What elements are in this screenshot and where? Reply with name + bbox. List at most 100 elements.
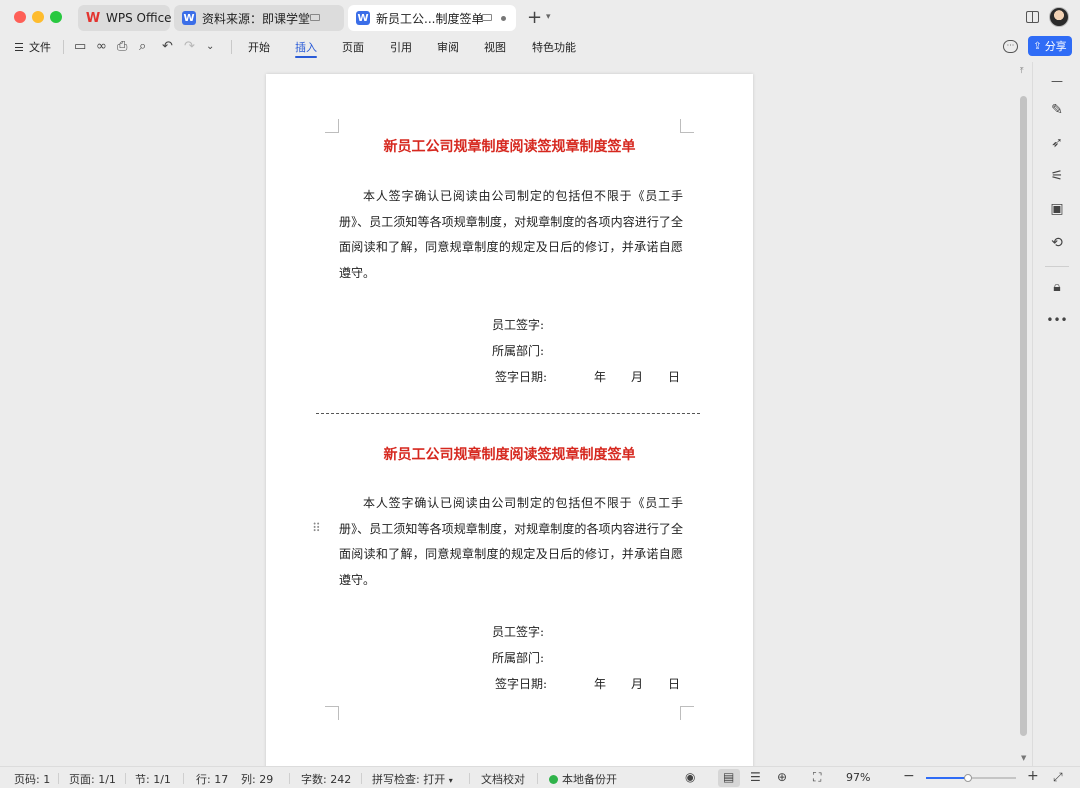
web-view-icon[interactable]: ⊕ (777, 770, 787, 784)
tab-resource-doc[interactable]: W 资料来源：即课学堂 (174, 5, 344, 31)
month-label[interactable]: 月 (631, 368, 643, 385)
select-cursor-icon[interactable]: ➶ (1033, 135, 1080, 151)
window-minimize-button[interactable] (32, 11, 44, 23)
doc-proofread-button[interactable]: 文档校对 (481, 771, 525, 787)
active-tab-indicator (295, 56, 317, 58)
status-bar: 页码: 1 页面: 1/1 节: 1/1 行: 17 列: 29 字数: 242… (0, 766, 1080, 788)
tab-label: 新员工公...制度签单 (376, 11, 484, 26)
tab-insert[interactable]: 插入 (295, 39, 317, 55)
status-pages[interactable]: 页面: 1/1 (69, 771, 116, 787)
document-canvas[interactable]: 新员工公司规章制度阅读签规章制度签单 本人签字确认已阅读由公司制定的包括但不限于… (0, 62, 1018, 766)
tab-special-features[interactable]: 特色功能 (532, 39, 576, 55)
menu-icon (15, 43, 23, 51)
sidebar-toggle-icon[interactable] (1026, 11, 1039, 23)
spell-check-toggle[interactable]: 拼写检查: 打开 ▾ (372, 771, 453, 787)
fullscreen-icon[interactable]: ⤢ (1053, 770, 1063, 785)
document-paragraph[interactable]: 本人签字确认已阅读由公司制定的包括但不限于《员工手册》、员工须知等各项规章制度，… (339, 491, 683, 593)
title-bar: W WPS Office W 资料来源：即课学堂 W 新员工公...制度签单 +… (0, 0, 1080, 35)
status-divider (125, 773, 126, 784)
document-title[interactable]: 新员工公司规章制度阅读签规章制度签单 (266, 136, 753, 156)
menu-bar: 文件 ▭ ∞ ⎙ ⌕ ↶ ↷ ⌄ 开始 插入 页面 引用 审阅 视图 特色功能 … (0, 35, 1080, 61)
page-view-icon[interactable]: ▤ (723, 770, 734, 784)
tab-label: 资料来源：即课学堂 (202, 11, 311, 26)
chevron-down-icon: ▾ (448, 776, 453, 785)
day-label[interactable]: 日 (668, 368, 680, 385)
scroll-to-top-button[interactable]: ⤒ (1020, 66, 1024, 76)
fit-page-icon[interactable]: ⛶ (813, 770, 821, 785)
margin-marker (325, 119, 339, 133)
status-column[interactable]: 列: 29 (241, 771, 273, 787)
employee-signature-label[interactable]: 员工签字: (492, 316, 544, 333)
print-icon[interactable]: ⎙ (117, 40, 127, 54)
status-divider (537, 773, 538, 784)
year-label[interactable]: 年 (594, 675, 606, 692)
status-divider (58, 773, 59, 784)
edit-image-icon[interactable]: ▣ (1033, 201, 1080, 217)
right-tool-panel: — ✎ ➶ ⚟ ▣ ⟲ 🔒︎ ••• (1032, 62, 1080, 766)
chevron-down-icon[interactable]: ⌄ (206, 40, 214, 54)
day-label[interactable]: 日 (668, 675, 680, 692)
share-button[interactable]: ⇪ 分享 (1028, 36, 1072, 56)
document-page[interactable]: 新员工公司规章制度阅读签规章制度签单 本人签字确认已阅读由公司制定的包括但不限于… (266, 74, 753, 766)
sign-date-label[interactable]: 签字日期: (495, 368, 547, 385)
history-icon[interactable]: ⟲ (1033, 235, 1080, 251)
status-section[interactable]: 节: 1/1 (135, 771, 171, 787)
margin-marker (325, 706, 339, 720)
window-maximize-button[interactable] (50, 11, 62, 23)
status-row[interactable]: 行: 17 (196, 771, 228, 787)
department-label[interactable]: 所属部门: (492, 649, 544, 666)
backup-label: 本地备份开 (562, 773, 617, 786)
paragraph-drag-handle-icon[interactable]: ⠿ (312, 522, 321, 534)
zoom-slider-handle[interactable] (964, 774, 973, 782)
year-label[interactable]: 年 (594, 368, 606, 385)
month-label[interactable]: 月 (631, 675, 643, 692)
save-icon[interactable]: ▭ (74, 40, 86, 54)
unsaved-dot-icon (501, 16, 506, 21)
status-divider (183, 773, 184, 784)
employee-signature-label[interactable]: 员工签字: (492, 623, 544, 640)
zoom-slider[interactable] (926, 774, 1016, 782)
more-icon[interactable]: ••• (1033, 313, 1080, 327)
zoom-slider-fill (926, 777, 969, 779)
sign-date-label[interactable]: 签字日期: (495, 675, 547, 692)
chevron-down-icon[interactable]: ▾ (546, 12, 551, 22)
screen-icon (310, 14, 320, 21)
file-menu-button[interactable]: 文件 (15, 39, 51, 55)
tab-view[interactable]: 视图 (484, 39, 506, 55)
zoom-out-button[interactable]: − (903, 768, 915, 784)
lock-icon[interactable]: 🔒︎ (1033, 279, 1080, 295)
document-title[interactable]: 新员工公司规章制度阅读签规章制度签单 (266, 444, 753, 464)
redo-icon[interactable]: ↷ (184, 40, 195, 54)
undo-icon[interactable]: ↶ (162, 40, 173, 54)
collapse-icon[interactable]: — (1033, 74, 1080, 88)
pen-icon[interactable]: ✎ (1033, 102, 1080, 118)
document-paragraph[interactable]: 本人签字确认已阅读由公司制定的包括但不限于《员工手册》、员工须知等各项规章制度，… (339, 184, 683, 286)
avatar[interactable] (1049, 7, 1069, 27)
local-backup-status[interactable]: 本地备份开 (549, 771, 617, 787)
eye-icon[interactable]: ◉ (685, 770, 695, 784)
margin-marker (680, 119, 694, 133)
print-preview-icon[interactable]: ⌕ (139, 40, 146, 54)
adjust-sliders-icon[interactable]: ⚟ (1033, 168, 1080, 184)
share-label: 分享 (1044, 40, 1067, 53)
link-icon[interactable]: ∞ (96, 40, 107, 54)
tab-page[interactable]: 页面 (342, 39, 364, 55)
tab-home[interactable]: 开始 (248, 39, 270, 55)
status-divider (361, 773, 362, 784)
zoom-level[interactable]: 97% (846, 771, 870, 784)
zoom-in-button[interactable]: + (1027, 768, 1039, 784)
panel-divider (1045, 266, 1069, 267)
tab-references[interactable]: 引用 (390, 39, 412, 55)
new-tab-button[interactable]: + (527, 7, 542, 28)
department-label[interactable]: 所属部门: (492, 342, 544, 359)
status-page-number[interactable]: 页码: 1 (14, 771, 50, 787)
tab-wps-office[interactable]: W WPS Office (78, 5, 172, 31)
cloud-sync-icon[interactable]: ··· (1003, 40, 1018, 53)
tab-current-doc[interactable]: W 新员工公...制度签单 (348, 5, 516, 31)
tab-review[interactable]: 审阅 (437, 39, 459, 55)
window-close-button[interactable] (14, 11, 26, 23)
vertical-scrollbar-thumb[interactable] (1020, 96, 1027, 736)
scroll-down-button[interactable]: ▼ (1021, 754, 1026, 762)
status-word-count[interactable]: 字数: 242 (301, 771, 351, 787)
outline-view-icon[interactable]: ☰ (750, 770, 761, 784)
